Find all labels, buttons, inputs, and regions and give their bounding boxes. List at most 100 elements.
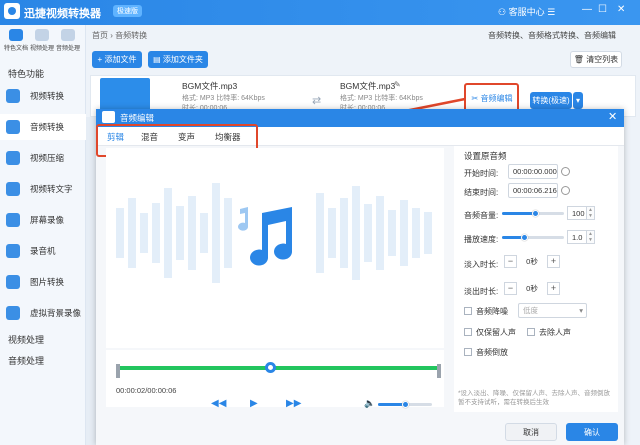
panel-note: *设入淡出、降噪、仅保留人声、去除人声、音频倒放暂不支持试听，需在转换后生效	[458, 390, 611, 406]
app-title: 迅捷视频转换器	[24, 8, 101, 20]
mic-icon	[6, 244, 20, 258]
add-file-button[interactable]: + 添加文件	[92, 51, 142, 68]
denoise-select[interactable]: 低度 ▾	[518, 303, 587, 318]
sidebar-item-screen-record[interactable]: 屏幕录像	[0, 207, 86, 233]
fade-in-value[interactable]: 0秒	[519, 255, 545, 268]
trim-end-handle[interactable]	[437, 364, 441, 378]
version-badge: 极速版	[113, 5, 142, 17]
timeline-area	[106, 350, 444, 407]
header-description: 音频转换、音频格式转换、音频编辑	[488, 31, 616, 40]
sidebar-section-title: 特色功能	[8, 69, 45, 79]
remove-voice-label: 去除人声	[539, 328, 571, 337]
screen-icon	[6, 213, 20, 227]
speed-slider[interactable]	[502, 236, 564, 239]
topnav-audio[interactable]: 音频处理	[56, 29, 80, 52]
start-time-input[interactable]: 00:00:00.000	[508, 164, 558, 179]
trash-icon: 🗑	[573, 55, 584, 64]
panel-heading: 设置原音频	[464, 151, 507, 161]
topnav-video[interactable]: 视频处理	[30, 29, 54, 52]
remove-voice-checkbox[interactable]	[527, 328, 535, 336]
rename-icon[interactable]: ✎	[394, 80, 401, 89]
fade-in-plus-icon[interactable]: +	[547, 255, 560, 268]
volume-knob[interactable]	[532, 210, 539, 217]
reverse-checkbox[interactable]	[464, 348, 472, 356]
speed-value-input[interactable]: 1.0	[567, 230, 587, 244]
video-convert-icon	[6, 89, 20, 103]
time-display: 00:00:02/00:00:06	[116, 386, 177, 395]
dialog-title: 音频编辑	[120, 113, 155, 123]
minimize-icon[interactable]: —	[582, 4, 592, 15]
volume-label: 音频音量:	[464, 211, 499, 220]
sidebar-item-audio-convert[interactable]: 音频转换	[0, 114, 86, 140]
service-center[interactable]: ⚇ 客服中心 ☰	[498, 5, 555, 18]
end-time-input[interactable]: 00:00:06.216	[508, 183, 558, 198]
sidebar-item-video-compress[interactable]: 视频压缩	[0, 145, 86, 171]
maximize-icon[interactable]: ☐	[598, 4, 607, 15]
image-icon	[6, 275, 20, 289]
volume-icon[interactable]: 🔈	[364, 398, 375, 409]
sidebar-item-virtual-bg[interactable]: 虚拟背景录像	[0, 300, 86, 326]
topnav-feature[interactable]: 特色文档	[4, 29, 28, 52]
preview-volume-knob[interactable]	[402, 401, 409, 408]
file-thumbnail	[100, 78, 150, 112]
list-background	[86, 117, 96, 445]
chevron-down-icon: ▾	[579, 306, 583, 315]
volume-value-input[interactable]: 100	[567, 206, 587, 220]
compress-icon	[6, 151, 20, 165]
convert-dropdown-icon[interactable]: ▾	[573, 92, 583, 109]
denoise-checkbox[interactable]	[464, 307, 472, 315]
scissors-icon: ✂	[471, 94, 479, 103]
folder-icon: ▤	[153, 55, 161, 64]
sidebar-item-video-convert[interactable]: 视频转换	[0, 83, 86, 109]
clear-list-button[interactable]: 🗑 清空列表	[570, 51, 622, 68]
breadcrumb: 首页 › 音频转换	[92, 31, 148, 40]
volume-stepper-icon[interactable]: ▲ ▼	[587, 206, 595, 220]
app-logo	[4, 3, 20, 19]
sidebar-item-image-convert[interactable]: 图片转换	[0, 269, 86, 295]
end-time-label: 结束时间:	[464, 188, 499, 197]
sidebar-item-recorder[interactable]: 录音机	[0, 238, 86, 264]
denoise-label: 音频降噪	[476, 307, 508, 316]
fade-out-minus-icon[interactable]: −	[504, 282, 517, 295]
add-folder-button[interactable]: ▤ 添加文件夹	[148, 51, 208, 68]
clock-icon[interactable]	[561, 167, 570, 176]
trim-range-bar[interactable]	[118, 366, 440, 370]
clock-icon[interactable]	[561, 186, 570, 195]
trim-start-handle[interactable]	[116, 364, 120, 378]
audio-convert-icon	[6, 120, 20, 134]
fade-out-plus-icon[interactable]: +	[547, 282, 560, 295]
plus-icon: +	[97, 55, 103, 64]
feature-icon	[9, 29, 23, 41]
play-icon[interactable]: ▶	[250, 398, 258, 409]
dialog-logo	[102, 111, 115, 123]
playhead-handle[interactable]	[265, 362, 276, 373]
sidebar-video-section[interactable]: 视频处理	[8, 333, 44, 346]
target-filename: BGM文件.mp3	[340, 81, 396, 91]
audio-icon	[61, 29, 75, 41]
audio-edit-button[interactable]: ✂ 音频编辑	[468, 91, 516, 106]
speed-stepper-icon[interactable]: ▲ ▼	[587, 230, 595, 244]
fade-in-label: 淡入时长:	[464, 260, 499, 269]
fade-out-label: 淡出时长:	[464, 287, 499, 296]
camera-icon	[6, 306, 20, 320]
sidebar-item-video-to-text[interactable]: 视频转文字	[0, 176, 86, 202]
source-filename: BGM文件.mp3	[182, 81, 238, 91]
dialog-close-icon[interactable]: ✕	[608, 110, 617, 123]
fade-in-minus-icon[interactable]: −	[504, 255, 517, 268]
fade-out-value[interactable]: 0秒	[519, 282, 545, 295]
reverse-label: 音频倒放	[476, 348, 508, 357]
speed-label: 播放速度:	[464, 235, 499, 244]
music-note-icon	[238, 207, 293, 266]
speed-knob[interactable]	[521, 234, 528, 241]
keep-voice-checkbox[interactable]	[464, 328, 472, 336]
convert-button[interactable]: 转换(极速)	[530, 92, 572, 109]
video-icon	[35, 29, 49, 41]
sidebar-audio-section[interactable]: 音频处理	[8, 354, 44, 367]
cancel-button[interactable]: 取消	[505, 423, 557, 441]
start-time-label: 开始时间:	[464, 169, 499, 178]
rewind-icon[interactable]: ◀◀	[211, 398, 226, 409]
confirm-button[interactable]: 确认	[566, 423, 618, 441]
close-icon[interactable]: ✕	[617, 4, 625, 15]
keep-voice-label: 仅保留人声	[476, 328, 516, 337]
forward-icon[interactable]: ▶▶	[286, 398, 301, 409]
